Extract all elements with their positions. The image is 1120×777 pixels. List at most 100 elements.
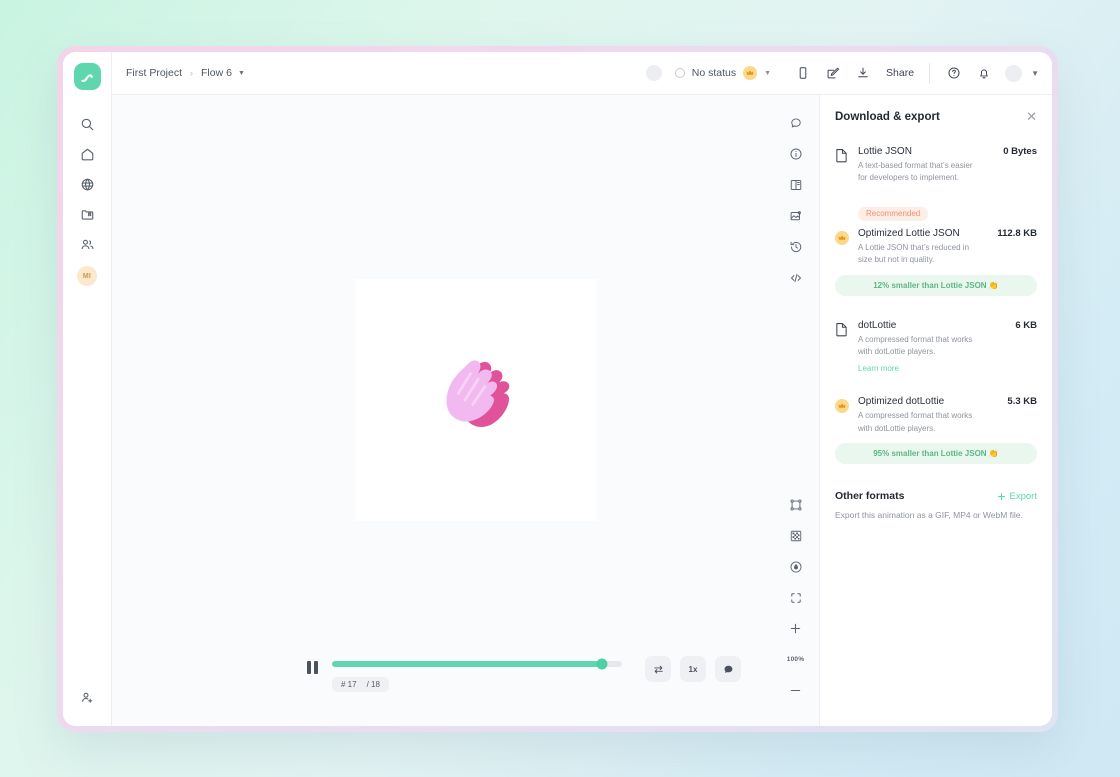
other-formats-header: Other formats Export xyxy=(835,490,1037,502)
crown-icon xyxy=(835,396,849,435)
recommended-badge: Recommended xyxy=(858,206,929,221)
file-glyph xyxy=(836,149,847,163)
bounding-box-icon xyxy=(790,499,801,510)
theming-tool-button[interactable] xyxy=(782,171,809,198)
sidebar-item-search[interactable] xyxy=(70,109,104,139)
frame-counter[interactable]: # 17 / 18 xyxy=(332,677,389,692)
download-button[interactable] xyxy=(848,59,878,87)
export-name: Optimized dotLottie xyxy=(858,396,945,408)
progress-column: # 17 / 18 xyxy=(332,658,622,692)
sidebar-item-invite[interactable] xyxy=(70,682,104,712)
export-option-optimized-lottie-json[interactable]: Optimized Lottie JSON 112.8 KB A Lottie … xyxy=(835,228,1037,267)
fullscreen-icon xyxy=(790,592,801,603)
loop-button[interactable] xyxy=(645,656,671,682)
comment-tool-button[interactable] xyxy=(782,109,809,136)
toolbar-divider xyxy=(929,62,931,84)
other-formats-title: Other formats xyxy=(835,490,905,503)
breadcrumb-project[interactable]: First Project xyxy=(126,67,182,79)
workspace: 100% # 17 / 18 1x Download & export ✕ Lo… xyxy=(112,95,1052,726)
progress-slider[interactable] xyxy=(332,658,622,670)
playback-speed-button[interactable]: 1x xyxy=(680,656,706,682)
avatar[interactable]: MI xyxy=(77,266,97,286)
close-icon[interactable]: ✕ xyxy=(1026,110,1037,123)
minus-icon xyxy=(790,689,801,692)
invite-button[interactable] xyxy=(70,682,104,712)
edit-button[interactable] xyxy=(818,59,848,87)
plus-icon xyxy=(790,623,801,634)
image-icon xyxy=(790,210,801,220)
export-name: Lottie JSON xyxy=(858,146,912,157)
sidebar-item-home[interactable] xyxy=(70,139,104,169)
lottie-logo-icon xyxy=(81,73,93,82)
crown-glyph xyxy=(838,403,846,409)
download-export-panel: Download & export ✕ Lottie JSON 0 Bytes … xyxy=(820,95,1052,726)
crown-icon xyxy=(743,66,758,80)
progress-fill xyxy=(332,661,602,667)
breadcrumb-separator: › xyxy=(190,68,194,78)
chevron-down-icon: ▼ xyxy=(764,69,772,77)
file-glyph xyxy=(836,322,847,336)
info-icon xyxy=(789,147,802,160)
edit-icon xyxy=(827,67,840,79)
export-option-dotlottie[interactable]: dotLottie 6 KB A compressed format that … xyxy=(835,320,1037,377)
zoom-level-display[interactable]: 100% xyxy=(782,646,809,673)
sidebar-item-community[interactable] xyxy=(70,229,104,259)
pause-button[interactable] xyxy=(307,661,323,683)
notifications-button[interactable] xyxy=(969,59,999,87)
export-option-lottie-json[interactable]: Lottie JSON 0 Bytes A text-based format … xyxy=(835,146,1037,185)
savings-pill-optimized-dotlottie[interactable]: 95% smaller than Lottie JSON 👏 xyxy=(835,443,1037,465)
comment-bubble-icon xyxy=(724,665,732,673)
animation-artboard xyxy=(355,279,597,521)
loop-icon xyxy=(653,665,663,673)
preview-device-button[interactable] xyxy=(788,59,818,87)
export-description: A compressed format that works with dotL… xyxy=(858,411,973,433)
bell-icon xyxy=(980,69,988,79)
playback-controls: # 17 / 18 1x xyxy=(307,656,741,692)
export-body: dotLottie 6 KB A compressed format that … xyxy=(858,320,1037,377)
export-heading: Optimized Lottie JSON 112.8 KB xyxy=(858,228,1037,239)
status-dot-icon xyxy=(674,68,685,78)
bounding-box-button[interactable] xyxy=(782,491,809,518)
zoom-level-label: 100% xyxy=(786,656,805,663)
embed-code-button[interactable] xyxy=(782,264,809,291)
download-icon xyxy=(858,67,868,78)
app-window: MI First Project › Flow 6 ▼ No status ▼ … xyxy=(57,46,1058,732)
zoom-in-button[interactable] xyxy=(782,615,809,642)
info-tool-button[interactable] xyxy=(782,140,809,167)
chevron-down-icon[interactable]: ▼ xyxy=(1031,69,1039,78)
lottie-logo[interactable] xyxy=(73,63,101,90)
sidebar-item-projects[interactable] xyxy=(70,199,104,229)
fullscreen-button[interactable] xyxy=(782,584,809,611)
learn-more-link[interactable]: Learn more xyxy=(858,364,899,373)
status-selector[interactable]: No status ▼ xyxy=(674,66,772,80)
export-option-optimized-dotlottie[interactable]: Optimized dotLottie 5.3 KB A compressed … xyxy=(835,396,1037,435)
assets-tool-button[interactable] xyxy=(782,202,809,229)
share-button[interactable]: Share xyxy=(878,67,924,79)
version-history-button[interactable] xyxy=(782,233,809,260)
progress-knob[interactable] xyxy=(596,658,608,670)
help-button[interactable] xyxy=(939,59,969,87)
other-formats-export-button[interactable]: Export xyxy=(997,491,1037,502)
zoom-out-button[interactable] xyxy=(782,677,809,704)
canvas-area[interactable]: 100% # 17 / 18 1x xyxy=(112,95,820,726)
export-heading: dotLottie 6 KB xyxy=(858,320,1037,331)
export-description: A text-based format that’s easier for de… xyxy=(858,161,973,183)
sidebar-item-discover[interactable] xyxy=(70,169,104,199)
export-heading: Optimized dotLottie 5.3 KB xyxy=(858,396,1037,407)
export-name: dotLottie xyxy=(858,319,897,331)
status-label: No status xyxy=(691,67,737,79)
user-avatar[interactable] xyxy=(1005,64,1023,82)
playback-buttons: 1x xyxy=(636,656,741,682)
export-body: Lottie JSON 0 Bytes A text-based format … xyxy=(858,146,1037,185)
folder-icon xyxy=(81,209,93,220)
other-formats-export-label: Export xyxy=(1009,490,1037,502)
chevron-down-icon[interactable]: ▼ xyxy=(238,70,245,77)
breadcrumb-file[interactable]: Flow 6 xyxy=(201,67,232,79)
savings-pill-optimized-lottie[interactable]: 12% smaller than Lottie JSON 👏 xyxy=(835,274,1037,296)
frame-total: / 18 xyxy=(366,680,380,689)
crown-glyph xyxy=(746,70,754,75)
comment-button[interactable] xyxy=(715,656,741,682)
transparency-button[interactable] xyxy=(782,522,809,549)
background-color-button[interactable] xyxy=(782,553,809,580)
panel-header: Download & export ✕ xyxy=(835,110,1037,123)
